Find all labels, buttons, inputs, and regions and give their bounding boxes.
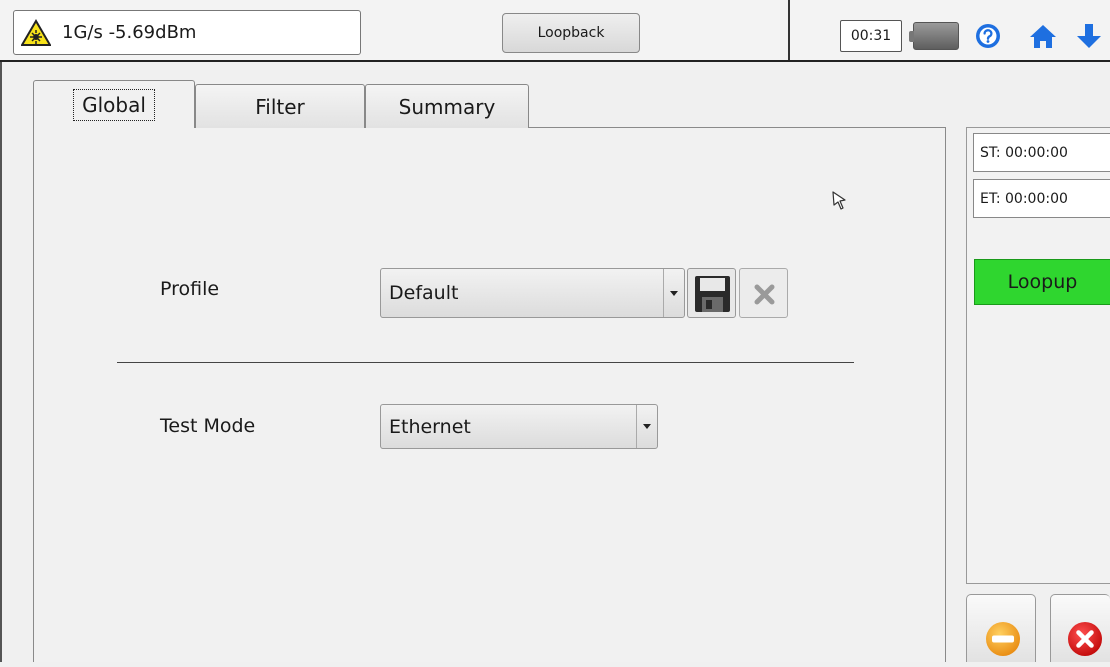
- profile-value: Default: [389, 282, 459, 304]
- start-time: ST: 00:00:00: [973, 133, 1110, 172]
- test-mode-value: Ethernet: [389, 415, 471, 438]
- section-divider: [117, 362, 854, 363]
- signal-status[interactable]: 1G/s -5.69dBm: [13, 10, 361, 55]
- tab-summary[interactable]: Summary: [365, 84, 529, 128]
- test-mode-select[interactable]: Ethernet: [380, 404, 658, 449]
- minus-circle-icon: [986, 622, 1020, 656]
- left-border: [0, 62, 2, 662]
- mouse-pointer-icon: [832, 191, 846, 210]
- chevron-down-icon[interactable]: [636, 405, 657, 448]
- signal-text: 1G/s -5.69dBm: [62, 22, 197, 43]
- tab-label: Global: [73, 88, 155, 121]
- save-icon: [695, 276, 730, 312]
- help-icon[interactable]: [972, 20, 1004, 52]
- end-time: ET: 00:00:00: [973, 179, 1110, 218]
- timer-display: 00:31: [840, 20, 902, 52]
- abort-button[interactable]: [1050, 594, 1110, 662]
- close-circle-icon: [1068, 622, 1102, 656]
- profile-label: Profile: [160, 278, 220, 300]
- loopup-button[interactable]: Loopup: [974, 259, 1110, 305]
- loopback-button[interactable]: Loopback: [502, 13, 640, 53]
- home-icon[interactable]: [1027, 20, 1059, 52]
- close-icon: [754, 284, 775, 305]
- arrow-down-icon[interactable]: [1073, 20, 1105, 52]
- tab-filter[interactable]: Filter: [195, 84, 365, 128]
- settings-panel: [33, 127, 946, 662]
- tab-global[interactable]: Global: [33, 80, 195, 128]
- delete-profile-button[interactable]: [739, 268, 788, 318]
- test-mode-label: Test Mode: [160, 415, 256, 437]
- warning-laser-icon: [21, 19, 51, 46]
- stop-button[interactable]: [966, 594, 1036, 662]
- save-profile-button[interactable]: [687, 268, 736, 318]
- divider: [788, 0, 790, 60]
- profile-select[interactable]: Default: [380, 268, 685, 318]
- battery-icon: [909, 22, 959, 50]
- tab-label: Filter: [255, 94, 305, 119]
- tab-label: Summary: [398, 94, 496, 119]
- chevron-down-icon[interactable]: [663, 269, 684, 317]
